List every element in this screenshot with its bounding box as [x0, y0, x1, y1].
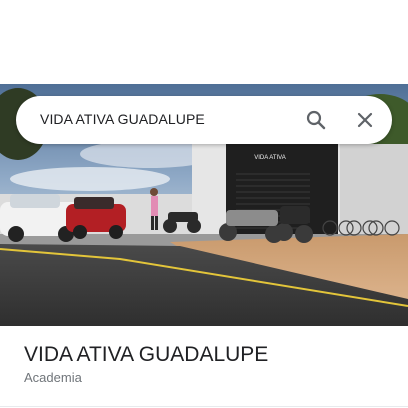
- search-input[interactable]: VIDA ATIVA GUADALUPE: [40, 111, 205, 127]
- divider: [0, 406, 408, 407]
- search-icon[interactable]: [304, 108, 328, 132]
- top-blank-area: [0, 0, 408, 84]
- place-category: Academia: [24, 370, 82, 385]
- storefront-sign: VIDA ATIVA: [254, 155, 285, 161]
- close-icon[interactable]: [353, 108, 377, 132]
- place-title: VIDA ATIVA GUADALUPE: [24, 343, 269, 366]
- search-bar[interactable]: VIDA ATIVA GUADALUPE: [16, 96, 392, 144]
- place-info-panel[interactable]: VIDA ATIVA GUADALUPE Academia: [0, 326, 408, 408]
